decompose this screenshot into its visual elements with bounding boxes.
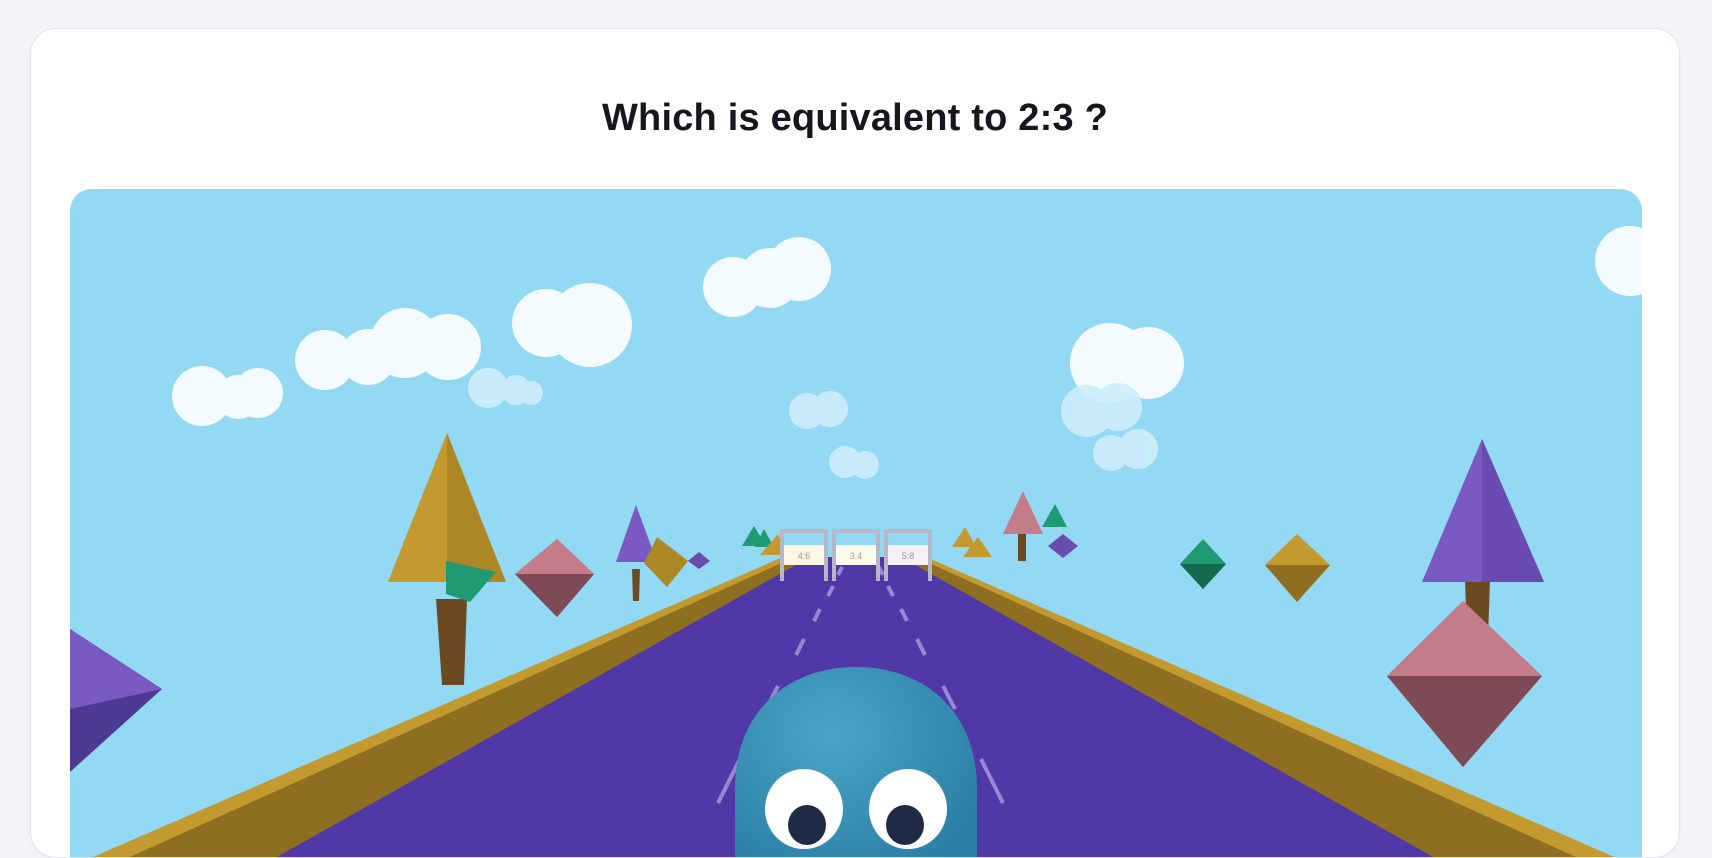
game-viewport[interactable]: 4:6 3:4 5:8 (70, 189, 1642, 857)
gate-label: 5:8 (902, 551, 915, 561)
question-title: Which is equivalent to 2:3 ? (601, 97, 1108, 139)
question-card: Which is equivalent to 2:3 ? 4:6 3:4 5:8 (30, 28, 1680, 858)
gate-label: 4:6 (798, 551, 811, 561)
gate-label: 3:4 (850, 551, 863, 561)
game-scene: 4:6 3:4 5:8 (70, 189, 1642, 857)
